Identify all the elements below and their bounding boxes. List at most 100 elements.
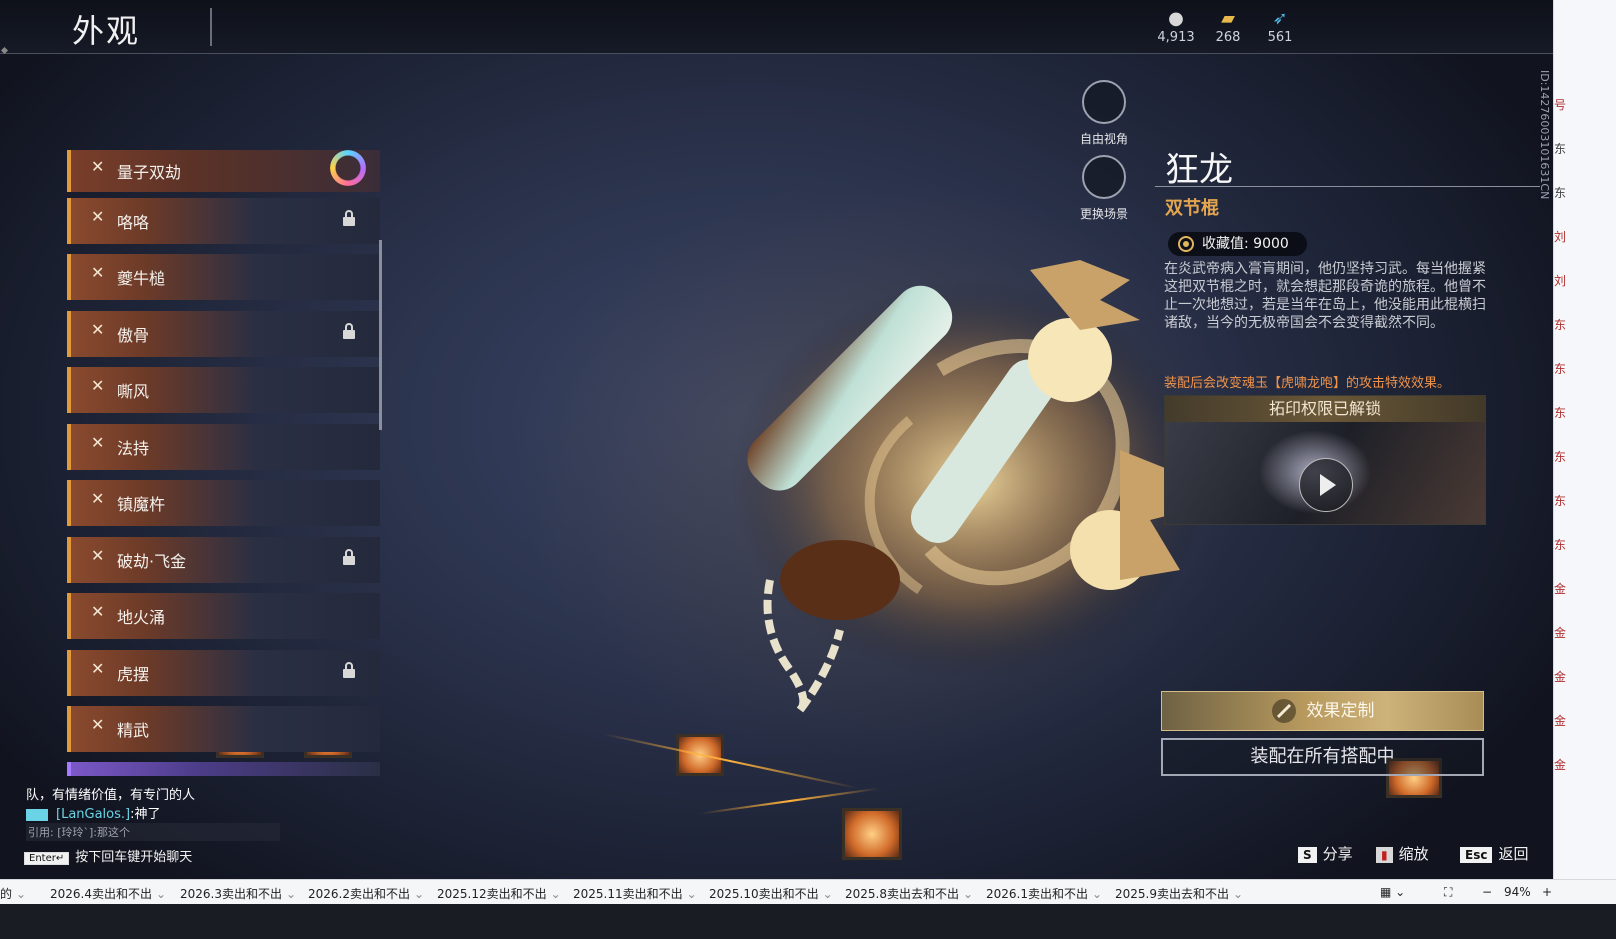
title-divider xyxy=(210,8,212,46)
cross-weapon-icon: ✕ xyxy=(91,207,105,226)
edge-text: 东 xyxy=(1554,406,1567,420)
edge-text: 金 xyxy=(1554,758,1567,772)
back-label: 返回 xyxy=(1498,845,1529,863)
lock-icon xyxy=(343,323,355,339)
equip-all-label: 装配在所有搭配中 xyxy=(1250,746,1395,767)
list-item-label: 傲骨 xyxy=(117,326,150,345)
rainbow-ring-icon xyxy=(330,150,366,186)
item-name: 狂龙 xyxy=(1165,150,1233,190)
sheet-tab[interactable]: 2026.4卖出和不出 ⌄ xyxy=(50,885,166,902)
list-item-label: 嘶风 xyxy=(117,382,150,401)
list-item[interactable]: ✕ 嘶风 xyxy=(67,367,380,413)
zoom-in-icon[interactable]: + xyxy=(1542,885,1552,899)
edge-text: 东 xyxy=(1554,186,1567,200)
chat-username[interactable]: [LanGalos.] xyxy=(56,807,130,822)
currency-coins: ● 4,913 xyxy=(1152,8,1200,45)
edge-text: 刘 xyxy=(1554,230,1567,244)
currency-value: 4,913 xyxy=(1157,30,1195,45)
weapon-skin-list[interactable]: ✕ 量子双劫 ✕ 咯咯 ✕ 夔牛槌 ✕ 傲骨 ✕ 嘶风 ✕ 法持 ✕ 镇魔杵 ✕… xyxy=(67,150,380,790)
list-item[interactable]: ✕ 夔牛槌 xyxy=(67,254,380,300)
cross-weapon-icon: ✕ xyxy=(91,715,105,734)
list-item[interactable]: ✕ 破劫·飞金 xyxy=(67,537,380,583)
list-scrollbar[interactable] xyxy=(379,240,382,430)
chat-input-prompt[interactable]: Enter↵ 按下回车键开始聊天 xyxy=(24,846,192,865)
collect-value-badge: 收藏值: 9000 xyxy=(1168,232,1307,256)
fullscreen-icon[interactable]: ⛶ xyxy=(1444,885,1452,900)
list-item-label: 法持 xyxy=(117,439,150,458)
list-item-partial[interactable] xyxy=(67,762,380,776)
item-type: 双节棍 xyxy=(1165,198,1219,219)
sheet-tab[interactable]: 2026.3卖出和不出 ⌄ xyxy=(180,885,296,902)
sheet-tab[interactable]: 的 ⌄ xyxy=(0,885,26,902)
sheet-tab-label: 2025.9卖出去和不出 xyxy=(1115,887,1229,901)
edge-text: 东 xyxy=(1554,142,1567,156)
chevron-down-icon: ⌄ xyxy=(550,887,561,901)
edge-text: 刘 xyxy=(1554,274,1567,288)
brush-icon xyxy=(1271,699,1296,723)
feather-icon: ➶ xyxy=(1272,8,1288,29)
customize-effect-button[interactable]: 效果定制 xyxy=(1161,691,1484,731)
cross-weapon-icon: ✕ xyxy=(91,263,105,282)
sheet-tab[interactable]: 2025.10卖出和不出 ⌄ xyxy=(709,885,833,902)
effect-note: 装配后会改变魂玉【虎啸龙咆】的攻击特效效果。 xyxy=(1164,376,1451,391)
currency-value: 268 xyxy=(1215,30,1241,45)
zoom-hint[interactable]: ▮ 缩放 xyxy=(1376,843,1429,864)
free-view-button[interactable]: 自由视角 xyxy=(1064,80,1144,147)
chevron-down-icon: ⌄ xyxy=(686,887,697,901)
list-item-label: 咯咯 xyxy=(117,213,150,232)
list-item[interactable]: ✕ 精武 xyxy=(67,706,380,752)
zoom-out-icon[interactable]: − xyxy=(1482,885,1492,899)
top-bar: 外观 ● 4,913 ▰ 268 ➶ 561 xyxy=(0,0,1600,55)
title-underline xyxy=(1155,186,1540,187)
grid-view-icon[interactable]: ▦ ⌄ xyxy=(1380,885,1405,899)
edge-text: 东 xyxy=(1554,450,1567,464)
sheet-tab[interactable]: 2026.1卖出和不出 ⌄ xyxy=(986,885,1102,902)
sheet-tab[interactable]: 2025.12卖出和不出 ⌄ xyxy=(437,885,561,902)
zoom-level: 94% xyxy=(1504,885,1531,899)
list-item[interactable]: ✕ 地火涌 xyxy=(67,593,380,639)
equip-all-button[interactable]: 装配在所有搭配中 xyxy=(1161,738,1484,776)
change-scene-button[interactable]: 更换场景 xyxy=(1064,155,1144,222)
free-view-label: 自由视角 xyxy=(1079,132,1128,146)
coin-stack-icon: ● xyxy=(1168,8,1184,29)
effect-preview-video[interactable]: 拓印权限已解锁 xyxy=(1164,395,1486,525)
sheet-tab[interactable]: 2025.9卖出去和不出 ⌄ xyxy=(1115,885,1243,902)
sheet-tab-label: 2025.10卖出和不出 xyxy=(709,887,819,901)
sheet-tab-label: 的 xyxy=(0,887,13,901)
sheet-tab[interactable]: 2026.2卖出和不出 ⌄ xyxy=(308,885,424,902)
back-hint[interactable]: Esc 返回 xyxy=(1460,843,1528,864)
cross-weapon-icon: ✕ xyxy=(91,546,105,565)
weapon-model-nunchaku[interactable] xyxy=(700,250,1220,720)
preview-thumbnail xyxy=(1165,422,1485,524)
list-item-selected[interactable]: ✕ 量子双劫 xyxy=(67,150,380,192)
cross-weapon-icon: ✕ xyxy=(91,433,105,452)
lock-icon xyxy=(343,549,355,565)
fire-streak xyxy=(602,732,858,790)
divider-ornament xyxy=(0,46,9,55)
list-item[interactable]: ✕ 咯咯 xyxy=(67,198,380,244)
list-item[interactable]: ✕ 法持 xyxy=(67,424,380,470)
side-id-text: ID:14276003101631CN xyxy=(1538,70,1551,200)
chevron-down-icon: ⌄ xyxy=(963,887,974,901)
list-item[interactable]: ✕ 傲骨 xyxy=(67,311,380,357)
channel-tag-icon xyxy=(26,808,48,821)
list-item[interactable]: ✕ 虎摆 xyxy=(67,650,380,696)
preview-title: 拓印权限已解锁 xyxy=(1165,396,1485,422)
sheet-tab[interactable]: 2025.11卖出和不出 ⌄ xyxy=(573,885,697,902)
play-icon[interactable] xyxy=(1299,458,1353,512)
list-item[interactable]: ✕ 镇魔杵 xyxy=(67,480,380,526)
chat-panel: 队，有情绪价值，有专门的人 [LanGalos.]:神了 引用: [玲玲`]:那… xyxy=(0,780,340,870)
sheet-tab[interactable]: 2025.8卖出去和不出 ⌄ xyxy=(845,885,973,902)
edge-text: 金 xyxy=(1554,582,1567,596)
lantern-decoration xyxy=(842,808,902,860)
key-esc: Esc xyxy=(1460,847,1493,863)
list-item-label: 虎摆 xyxy=(117,665,150,684)
page-title: 外观 xyxy=(72,12,141,50)
edge-text: 东 xyxy=(1554,318,1567,332)
share-hint[interactable]: S 分享 xyxy=(1298,843,1353,864)
chevron-down-icon: ⌄ xyxy=(286,887,297,901)
chevron-down-icon: ⌄ xyxy=(156,887,167,901)
ticket-icon: ▰ xyxy=(1221,8,1235,29)
edge-text: 东 xyxy=(1554,538,1567,552)
chat-quote: 引用: [玲玲`]:那这个 xyxy=(26,823,280,841)
